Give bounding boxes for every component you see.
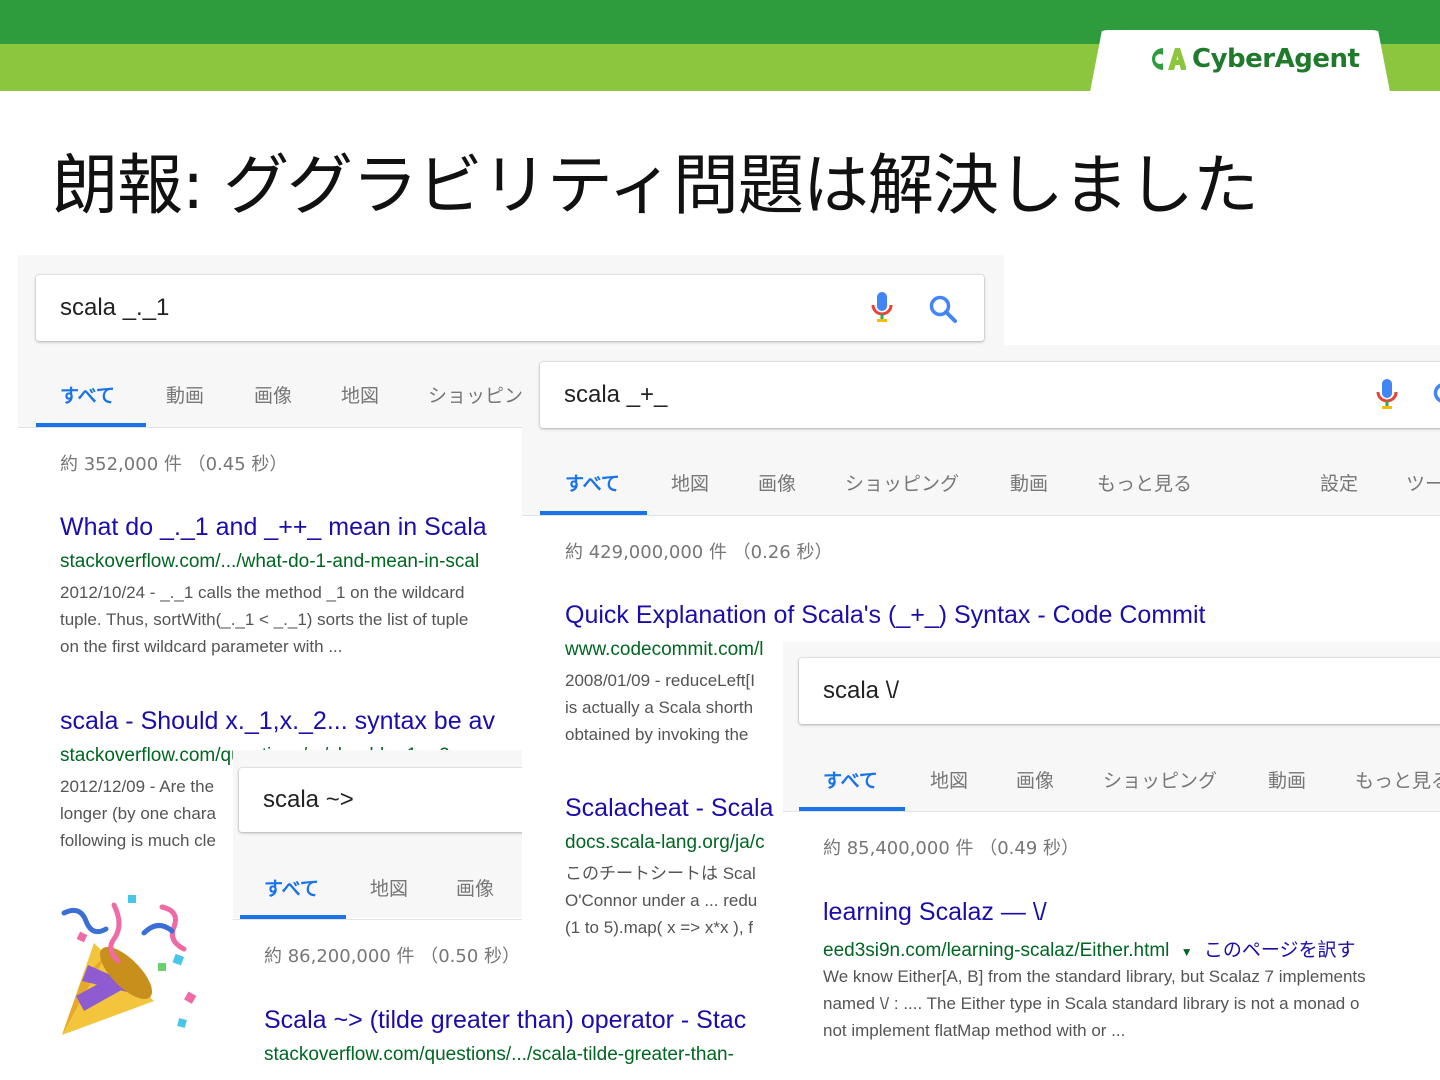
tab-settings[interactable]: 設定 — [1320, 469, 1358, 496]
tab-all[interactable]: すべて — [565, 469, 620, 496]
cyberagent-logo-mark-icon — [1152, 48, 1186, 70]
tab-maps[interactable]: 地図 — [370, 874, 408, 901]
tab-shopping[interactable]: ショッピング — [1103, 766, 1217, 793]
search-box[interactable]: scala \/ — [799, 658, 1440, 724]
search-input[interactable]: scala _._1 — [60, 294, 169, 322]
dropdown-arrow-icon[interactable]: ▼ — [1181, 945, 1193, 959]
party-popper-icon — [61, 895, 197, 1035]
result-title-link[interactable]: learning Scalaz — \/ — [823, 898, 1047, 927]
search-icon[interactable] — [928, 294, 958, 324]
tab-images[interactable]: 画像 — [456, 874, 494, 901]
slide-title: 朗報: ググラビリティ問題は解決しました — [52, 147, 1259, 224]
tab-all[interactable]: すべて — [60, 381, 115, 408]
result-url-text: eed3si9n.com/learning-scalaz/Either.html — [823, 940, 1170, 961]
result-url: www.codecommit.com/l — [565, 639, 764, 660]
tab-images[interactable]: 画像 — [254, 381, 292, 408]
result-snippet-line: named \/ : .... The Either type in Scala… — [823, 994, 1360, 1013]
result-url: stackoverflow.com/questions/.../scala-ti… — [264, 1044, 734, 1065]
result-snippet-line: 2012/12/09 - Are the — [60, 777, 215, 796]
result-snippet-line: We know Either[A, B] from the standard l… — [823, 967, 1366, 986]
search-icon[interactable] — [1432, 381, 1440, 411]
translate-link[interactable]: このページを訳す — [1204, 940, 1356, 961]
tab-more[interactable]: もっと見る — [1097, 469, 1192, 496]
result-title-link[interactable]: Scala ~> (tilde greater than) operator -… — [264, 1006, 746, 1035]
search-input[interactable]: scala ~> — [263, 786, 354, 814]
result-stats: 約 352,000 件 （0.45 秒） — [60, 454, 288, 475]
tab-all[interactable]: すべて — [823, 766, 878, 793]
result-snippet-line: tuple. Thus, sortWith(_._1 < _._1) sorts… — [60, 610, 469, 629]
result-snippet-line: on the first wildcard parameter with ... — [60, 637, 343, 656]
result-snippet-line: is actually a Scala shorth — [565, 698, 754, 717]
tab-shopping[interactable]: ショッピング — [845, 469, 959, 496]
tab-shopping[interactable]: ショッピン — [428, 381, 523, 408]
result-url: docs.scala-lang.org/ja/c — [565, 832, 765, 853]
search-input[interactable]: scala \/ — [823, 677, 899, 705]
result-stats: 約 86,200,000 件 （0.50 秒） — [264, 946, 521, 967]
result-snippet-line: (1 to 5).map( x => x*x ), f — [565, 918, 754, 937]
result-snippet-line: not implement flatMap method with or ... — [823, 1021, 1126, 1040]
tab-video[interactable]: 動画 — [1010, 469, 1048, 496]
tab-video[interactable]: 動画 — [1268, 766, 1306, 793]
result-url: eed3si9n.com/learning-scalaz/Either.html… — [823, 935, 1355, 962]
result-snippet-line: 2008/01/09 - reduceLeft[I — [565, 671, 755, 690]
result-stats: 約 85,400,000 件 （0.49 秒） — [823, 838, 1080, 859]
result-stats: 約 429,000,000 件 （0.26 秒） — [565, 542, 833, 563]
result-title-link[interactable]: Quick Explanation of Scala's (_+_) Synta… — [565, 601, 1205, 630]
result-title-link[interactable]: What do _._1 and _++_ mean in Scala — [60, 513, 487, 542]
mic-icon[interactable] — [1376, 378, 1398, 412]
result-title-link[interactable]: scala - Should x._1,x._2... syntax be av — [60, 707, 495, 736]
tabs-divider — [783, 811, 1440, 812]
tabs-divider — [522, 515, 1440, 516]
mic-icon[interactable] — [871, 291, 893, 325]
result-snippet-line: このチートシートは Scal — [565, 864, 756, 883]
result-snippet-line: following is much cle — [60, 831, 216, 850]
result-snippet-line: longer (by one chara — [60, 804, 216, 823]
search-input[interactable]: scala _+_ — [564, 381, 667, 409]
search-screenshot-4: scala \/ すべて 地図 画像 ショッピング 動画 もっと見る 約 85,… — [783, 642, 1440, 1080]
result-snippet-line: obtained by invoking the — [565, 725, 749, 744]
logo-text: CyberAgent — [1192, 44, 1360, 74]
result-title-link[interactable]: Scalacheat - Scala — [565, 794, 773, 823]
result-snippet-line: 2012/10/24 - _._1 calls the method _1 on… — [60, 583, 465, 602]
tab-tools[interactable]: ツー — [1406, 469, 1440, 496]
tab-images[interactable]: 画像 — [758, 469, 796, 496]
search-box[interactable]: scala _._1 — [36, 275, 984, 341]
tab-images[interactable]: 画像 — [1016, 766, 1054, 793]
result-url: stackoverflow.com/.../what-do-1-and-mean… — [60, 551, 480, 572]
tab-video[interactable]: 動画 — [166, 381, 204, 408]
tab-maps[interactable]: 地図 — [671, 469, 709, 496]
tab-maps[interactable]: 地図 — [341, 381, 379, 408]
cyberagent-logo: CyberAgent — [1146, 44, 1360, 74]
search-box[interactable]: scala _+_ — [540, 362, 1440, 428]
tab-more[interactable]: もっと見る — [1355, 766, 1440, 793]
result-snippet-line: O'Connor under a ... redu — [565, 891, 758, 910]
tab-maps[interactable]: 地図 — [930, 766, 968, 793]
tab-all[interactable]: すべて — [264, 874, 319, 901]
